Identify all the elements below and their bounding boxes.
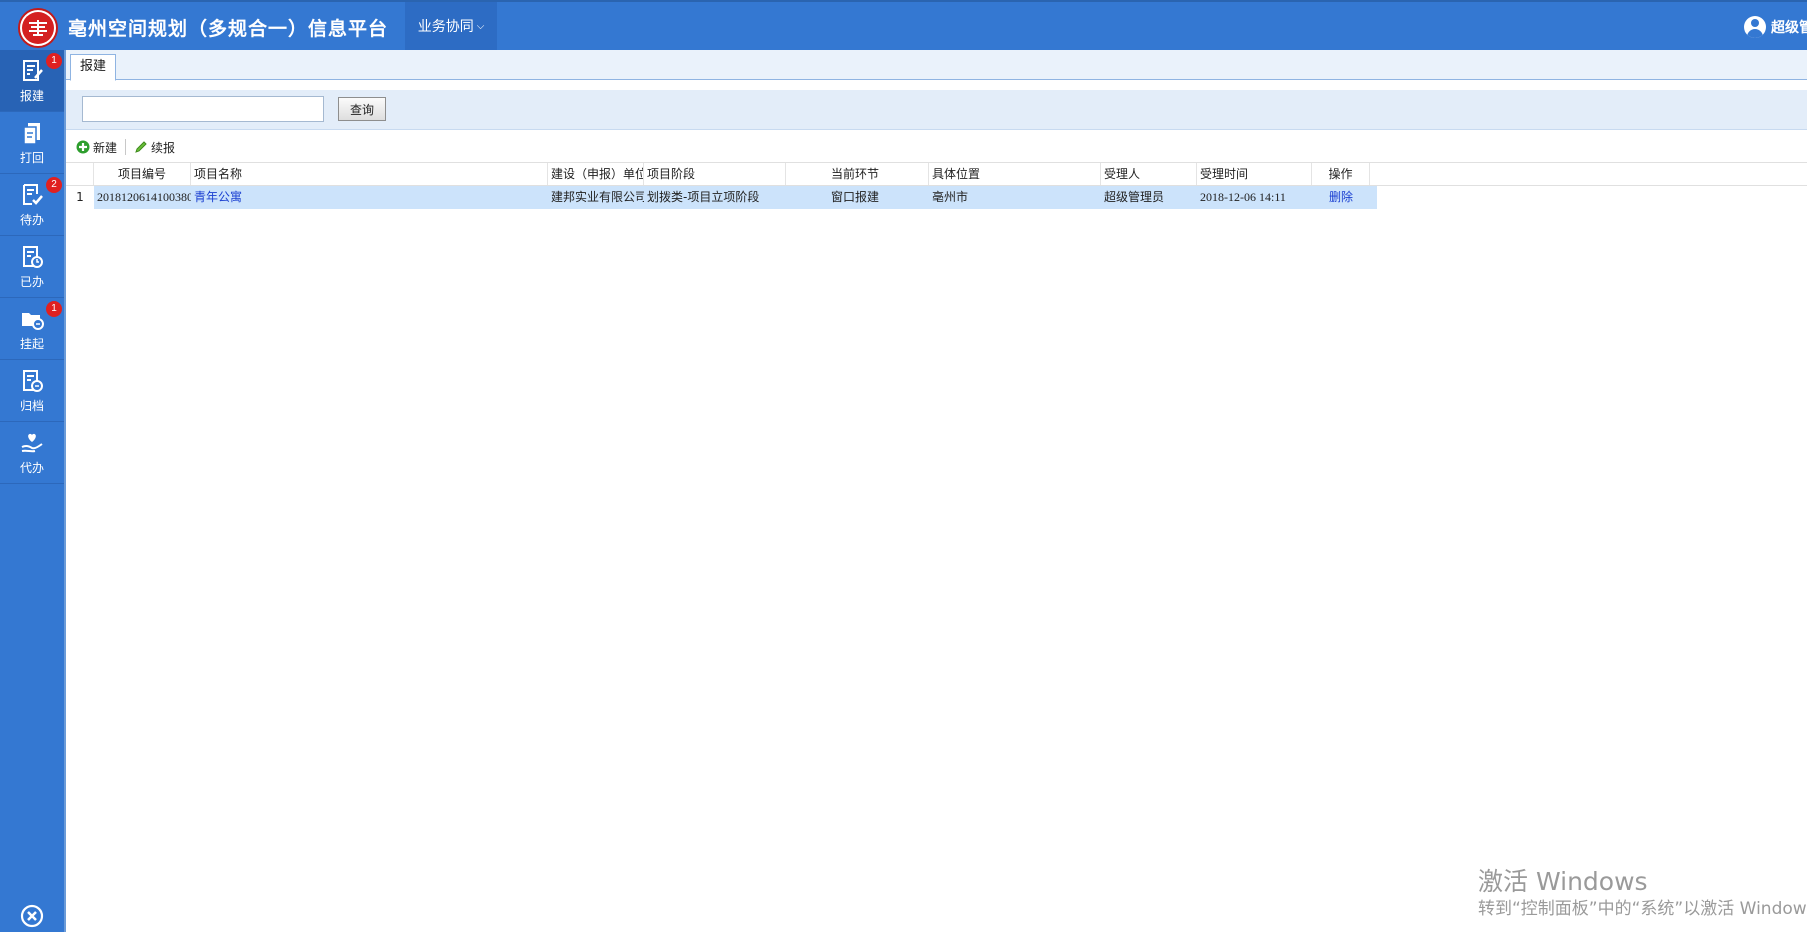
column-header-handler[interactable]: 受理人 [1101, 163, 1197, 185]
column-header-name[interactable]: 项目名称 [191, 163, 548, 185]
row-index: 1 [76, 190, 84, 204]
document-edit-icon [23, 60, 43, 81]
project-step: 窗口报建 [831, 190, 880, 204]
count-badge: 1 [46, 301, 62, 317]
main-content: 报建 查询 新建 续报 项目编号 项目名称 建设（申报）单位 项目阶段 当前环节… [64, 50, 1807, 932]
logo-emblem-icon [29, 20, 47, 36]
column-header-time[interactable]: 受理时间 [1197, 163, 1312, 185]
column-header-code[interactable]: 项目编号 [94, 163, 191, 185]
new-button[interactable]: 新建 [76, 139, 117, 156]
column-header-unit[interactable]: 建设（申报）单位 [548, 163, 644, 185]
tab-apply[interactable]: 报建 [70, 54, 117, 81]
folder-pause-icon [22, 313, 44, 330]
windows-activation-title: 激活 Windows [1478, 867, 1648, 896]
sidebar-item-done[interactable]: 已办 [0, 236, 64, 298]
return-document-icon [23, 123, 40, 145]
hand-heart-icon [21, 433, 43, 453]
sidebar-item-returned[interactable]: 打回 [0, 112, 64, 174]
table-header: 项目编号 项目名称 建设（申报）单位 项目阶段 当前环节 具体位置 受理人 受理… [66, 162, 1807, 186]
column-header-location[interactable]: 具体位置 [929, 163, 1101, 185]
archive-document-icon [23, 370, 43, 392]
grid-toolbar: 新建 续报 [66, 134, 175, 160]
pencil-edit-icon [135, 141, 147, 153]
continue-report-label: 续报 [151, 140, 176, 155]
count-badge: 2 [46, 177, 62, 193]
sidebar-item-apply[interactable]: 报建 1 [0, 50, 64, 112]
column-header-action: 操作 [1312, 163, 1370, 185]
project-handler: 超级管理员 [1104, 190, 1165, 204]
user-name: 超级管理员 [1771, 20, 1807, 36]
sidebar-item-label: 打回 [19, 151, 44, 165]
sidebar-item-proxy[interactable]: 代办 [0, 422, 64, 484]
project-location: 亳州市 [932, 190, 969, 204]
sidebar-item-label: 待办 [19, 213, 44, 227]
table-row[interactable]: 1 201812061410038093 青年公寓 建邦实业有限公司 划拨类-项… [66, 186, 1807, 209]
sidebar-item-todo[interactable]: 待办 2 [0, 174, 64, 236]
sidebar-item-suspended[interactable]: 挂起 1 [0, 298, 64, 360]
count-badge: 1 [46, 53, 62, 69]
user-avatar-icon [1744, 16, 1766, 38]
close-circle-icon[interactable] [20, 904, 44, 928]
continue-report-button[interactable]: 续报 [134, 139, 175, 156]
sidebar-item-label: 归档 [19, 399, 44, 413]
project-unit: 建邦实业有限公司 [551, 190, 644, 204]
done-clock-icon [23, 246, 43, 268]
business-collab-menu[interactable]: 业务协同 ⌵ [405, 2, 497, 50]
query-button[interactable]: 查询 [338, 97, 386, 121]
sidebar-item-label: 代办 [19, 461, 44, 475]
business-collab-menu-label: 业务协同 [417, 19, 474, 35]
column-header-stage[interactable]: 项目阶段 [644, 163, 786, 185]
search-bar: 查询 [66, 90, 1807, 130]
search-input[interactable] [82, 96, 324, 122]
add-plus-icon [76, 140, 90, 154]
column-header-step[interactable]: 当前环节 [786, 163, 929, 185]
project-name-link[interactable]: 青年公寓 [191, 186, 548, 209]
project-stage: 划拨类-项目立项阶段 [647, 190, 760, 204]
todo-check-icon [23, 184, 43, 205]
sidebar-item-archive[interactable]: 归档 [0, 360, 64, 422]
sidebar-item-label: 已办 [19, 275, 44, 289]
sidebar-item-label: 挂起 [19, 337, 44, 351]
project-table: 项目编号 项目名称 建设（申报）单位 项目阶段 当前环节 具体位置 受理人 受理… [66, 162, 1807, 209]
app-header: 亳州空间规划（多规合一）信息平台 业务协同 ⌵ 超级管理员 [0, 0, 1807, 50]
delete-link[interactable]: 删除 [1312, 186, 1370, 209]
project-code: 201812061410038093 [97, 190, 191, 204]
sidebar-item-label: 报建 [19, 89, 44, 103]
column-header-index [66, 163, 94, 185]
project-time: 2018-12-06 14:11 [1200, 190, 1286, 204]
tab-bar: 报建 [66, 50, 1807, 81]
app-title: 亳州空间规划（多规合一）信息平台 [68, 18, 389, 40]
user-menu[interactable]: 超级管理员 [1744, 14, 1807, 40]
sidebar: 报建 1 打回 待办 2 已办 挂起 1 归档 代办 [0, 50, 64, 932]
new-button-label: 新建 [93, 140, 118, 155]
toolbar-divider [125, 139, 127, 155]
app-logo [18, 8, 58, 48]
chevron-down-icon: ⌵ [476, 20, 485, 32]
windows-activation-subtitle: 转到“控制面板”中的“系统”以激活 Windows。 [1478, 899, 1807, 919]
